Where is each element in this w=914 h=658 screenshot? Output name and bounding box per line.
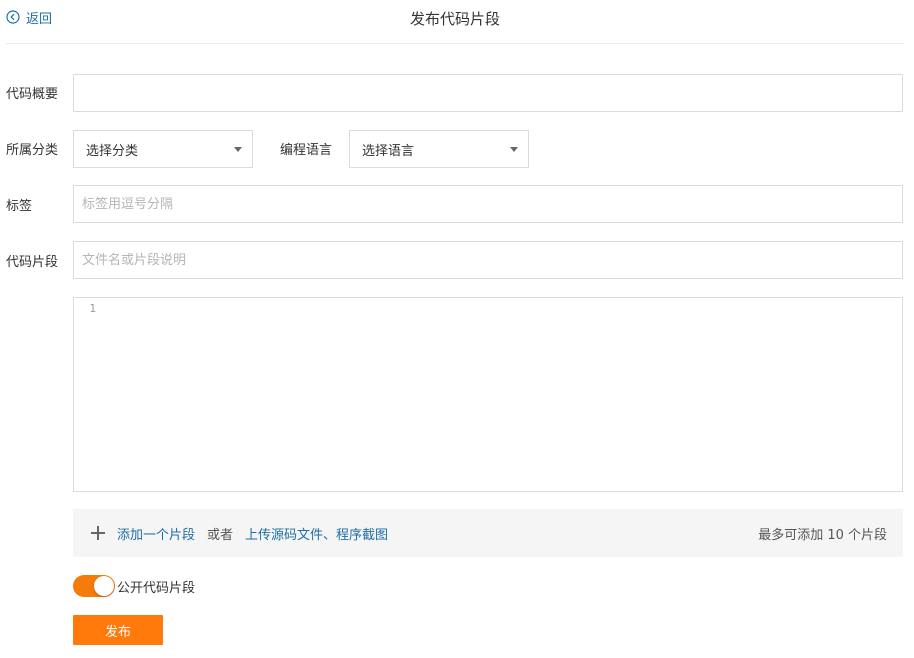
public-toggle[interactable] [73,575,115,597]
line-number: 1 [89,302,96,315]
language-selected-value: 选择语言 [362,143,415,159]
page: 返回 发布代码片段 代码概要 所属分类 选择分类 编程语言 选择语言 标签 代码… [0,0,914,658]
category-label: 所属分类 [6,143,59,158]
category-select[interactable]: 选择分类 [73,130,253,168]
add-snippet-link[interactable]: 添加一个片段 [117,524,195,543]
page-title: 发布代码片段 [409,10,500,28]
tags-label: 标签 [6,199,33,214]
snippet-label: 代码片段 [6,255,59,270]
category-caret-icon [234,147,242,152]
tags-input[interactable] [73,185,903,223]
public-toggle-row: 公开代码片段 [73,574,195,598]
editor-gutter: 1 [74,298,100,491]
summary-input[interactable] [73,74,903,112]
public-toggle-label: 公开代码片段 [117,580,196,596]
publish-button[interactable]: 发布 [73,615,163,645]
summary-label: 代码概要 [6,87,59,102]
language-label: 编程语言 [280,143,333,158]
upload-link[interactable]: 上传源码文件、程序截图 [245,524,388,543]
plus-icon[interactable] [91,526,105,540]
code-editor[interactable]: 1 [73,297,903,492]
or-text: 或者 [207,527,234,543]
toggle-knob [94,576,114,596]
header: 返回 发布代码片段 [6,0,904,44]
snippet-name-input[interactable] [73,241,903,279]
add-snippet-bar: 添加一个片段 或者 上传源码文件、程序截图 最多可添加 10 个片段 [73,509,903,557]
language-select[interactable]: 选择语言 [349,130,529,168]
language-caret-icon [510,147,518,152]
category-selected-value: 选择分类 [86,143,139,159]
limit-text: 最多可添加 10 个片段 [758,527,887,543]
